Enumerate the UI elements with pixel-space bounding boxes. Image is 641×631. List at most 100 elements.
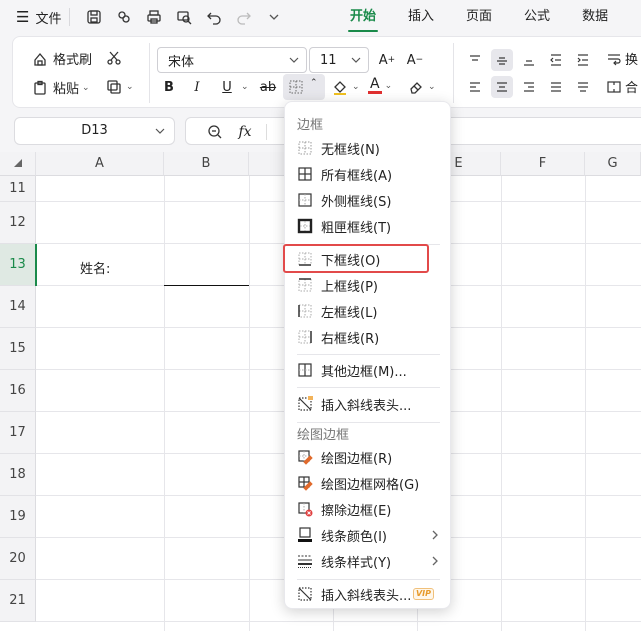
underline-button[interactable]: U [216, 76, 238, 98]
row-header[interactable]: 15 [0, 328, 36, 370]
border-button[interactable]: ⌃ [283, 74, 325, 100]
copy-icon [105, 78, 123, 96]
indent-decrease-icon[interactable] [545, 49, 567, 71]
format-painter-icon [31, 50, 49, 68]
menu-item-no-border[interactable]: 无框线(N) [289, 136, 448, 160]
chevron-down-icon [351, 57, 361, 63]
italic-button[interactable]: I [186, 76, 208, 98]
align-top-icon[interactable] [464, 49, 486, 71]
menu-item-label: 插入斜线表头... [321, 588, 412, 604]
cut-button[interactable] [105, 49, 123, 67]
menu-item-more-borders[interactable]: 其他边框(M)... [289, 358, 448, 382]
top-border-icon [297, 277, 313, 293]
row-header[interactable]: 16 [0, 370, 36, 412]
tab-data[interactable]: 数据 [566, 0, 624, 34]
align-middle-icon[interactable] [491, 49, 513, 71]
row-header-selected[interactable]: 13 [0, 244, 36, 286]
tab-page[interactable]: 页面 [450, 0, 508, 34]
menu-section-title: 边框 [297, 118, 324, 133]
row-header[interactable]: 19 [0, 496, 36, 538]
font-name-select[interactable]: 宋体 [157, 47, 307, 73]
menu-item-label: 擦除边框(E) [321, 503, 392, 519]
menu-item-right-border[interactable]: 右框线(R) [289, 325, 448, 349]
menu-item-diagonal-header-vip[interactable]: 插入斜线表头... VIP [289, 582, 448, 606]
paint-bucket-icon [331, 78, 349, 96]
chevron-down-icon[interactable]: ⌄ [241, 82, 249, 92]
tab-insert[interactable]: 插入 [392, 0, 450, 34]
cell-a13[interactable]: 姓名: [80, 258, 110, 277]
merge-button[interactable]: 合 [605, 77, 638, 96]
align-right-icon[interactable] [518, 76, 540, 98]
selected-row-indicator [35, 244, 37, 286]
format-painter-button[interactable]: 格式刷 [31, 49, 92, 68]
grid-line [164, 176, 165, 631]
column-header-a[interactable]: A [36, 152, 164, 176]
row-header[interactable]: 20 [0, 538, 36, 580]
font-color-button[interactable]: A ⌄ [368, 77, 392, 94]
menu-item-draw-border[interactable]: 绘图边框(R) [289, 445, 448, 469]
column-header-b[interactable]: B [164, 152, 249, 176]
print-icon[interactable] [142, 5, 166, 29]
copy-button[interactable]: ⌄ [105, 78, 134, 96]
row-header[interactable]: 11 [0, 176, 36, 202]
zoom-icon[interactable] [206, 123, 224, 141]
menu-item-thick-box-border[interactable]: 粗匣框线(T) [289, 214, 448, 238]
menu-item-line-color[interactable]: 线条颜色(I) [289, 523, 448, 547]
outside-borders-icon [297, 192, 313, 208]
undo-icon[interactable] [202, 5, 226, 29]
print-preview-icon[interactable] [172, 5, 196, 29]
select-all-corner[interactable] [0, 152, 36, 176]
align-left-icon[interactable] [464, 76, 486, 98]
row-header[interactable]: 21 [0, 580, 36, 622]
menu-item-label: 左框线(L) [321, 305, 378, 321]
font-size-value: 11 [320, 52, 337, 68]
menu-item-left-border[interactable]: 左框线(L) [289, 299, 448, 323]
increase-font-icon[interactable]: A + [376, 49, 398, 71]
function-icon[interactable]: fx [236, 123, 254, 141]
menu-item-label: 线条样式(Y) [321, 555, 392, 571]
merge-cells-icon [605, 78, 623, 96]
menu-item-erase-border[interactable]: 擦除边框(E) [289, 497, 448, 521]
row-header[interactable]: 14 [0, 286, 36, 328]
tab-home[interactable]: 开始 [334, 0, 392, 34]
align-center-icon[interactable] [491, 76, 513, 98]
tab-formula[interactable]: 公式 [508, 0, 566, 34]
redo-icon[interactable] [232, 5, 256, 29]
right-border-icon [297, 329, 313, 345]
font-size-select[interactable]: 11 [309, 47, 369, 73]
column-header-g[interactable]: G [585, 152, 641, 176]
menu-item-diagonal-header[interactable]: 插入斜线表头... [289, 392, 448, 416]
format-painter-icon[interactable] [112, 5, 136, 29]
row-header[interactable]: 17 [0, 412, 36, 454]
row-header[interactable]: 18 [0, 454, 36, 496]
fill-color-button[interactable]: ⌄ [331, 78, 360, 96]
strikethrough-button[interactable]: ab [257, 76, 279, 98]
menu-item-outside-borders[interactable]: 外侧框线(S) [289, 188, 448, 212]
align-bottom-icon[interactable] [518, 49, 540, 71]
eraser-icon [407, 78, 425, 96]
file-menu-button[interactable]: ☰ 文件 [16, 5, 61, 29]
decrease-font-icon[interactable]: A − [404, 49, 426, 71]
column-header-f[interactable]: F [501, 152, 585, 176]
wrap-text-button[interactable]: 换 [605, 49, 638, 68]
indent-increase-icon[interactable] [572, 49, 594, 71]
border-icon [289, 80, 303, 94]
save-icon[interactable] [82, 5, 106, 29]
format-painter-label: 格式刷 [53, 53, 93, 68]
name-box[interactable]: D13 [14, 117, 175, 145]
chevron-down-icon[interactable] [262, 5, 286, 29]
justify-icon[interactable] [545, 76, 567, 98]
paste-button[interactable]: 粘贴 ⌄ [31, 78, 90, 97]
chevron-right-icon [432, 556, 438, 566]
row-header[interactable]: 12 [0, 202, 36, 244]
wrap-text-icon [605, 50, 623, 68]
menu-item-draw-border-grid[interactable]: 绘图边框网格(G) [289, 471, 448, 495]
menu-item-top-border[interactable]: 上框线(P) [289, 273, 448, 297]
bold-button[interactable]: B [158, 76, 180, 98]
distributed-icon[interactable] [572, 76, 594, 98]
draw-border-icon [297, 449, 313, 465]
menu-item-all-borders[interactable]: 所有框线(A) [289, 162, 448, 186]
menu-item-label: 外侧框线(S) [321, 194, 392, 210]
menu-item-line-style[interactable]: 线条样式(Y) [289, 549, 448, 573]
clear-format-button[interactable]: ⌄ [407, 78, 436, 96]
